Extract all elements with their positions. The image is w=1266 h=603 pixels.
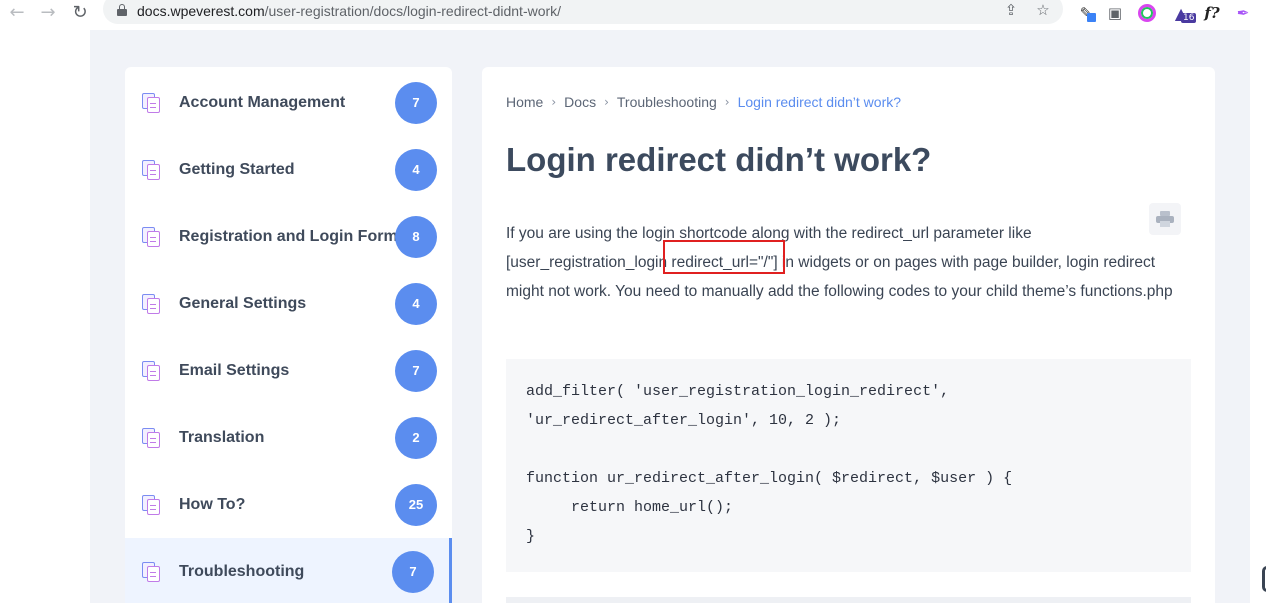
document-icon: [142, 293, 160, 314]
breadcrumb-home-link[interactable]: Home: [506, 94, 543, 110]
sidebar-item-label: Account Management: [179, 93, 346, 111]
address-bar[interactable]: docs.wpeverest.com/user-registration/doc…: [103, 0, 1063, 24]
sidebar-item-label: How To?: [179, 495, 246, 513]
sidebar-item-account-management[interactable]: Account Management 7: [125, 69, 452, 136]
document-icon: [142, 561, 160, 582]
sidebar-item-getting-started[interactable]: Getting Started 4: [125, 136, 452, 203]
chevron-right-icon: ›: [604, 95, 609, 109]
breadcrumb-docs-link[interactable]: Docs: [564, 94, 596, 110]
code-block: add_filter( 'user_registration_login_red…: [506, 359, 1191, 572]
document-icon: [142, 92, 160, 113]
browser-toolbar: ← → ↻ docs.wpeverest.com/user-registrati…: [0, 0, 1266, 26]
breadcrumb: Home › Docs › Troubleshooting › Login re…: [506, 94, 901, 110]
breadcrumb-section-link[interactable]: Troubleshooting: [617, 94, 717, 110]
article-count-badge: 7: [395, 349, 437, 392]
formula-extension-icon[interactable]: f?: [1200, 2, 1224, 24]
article-count-badge: 8: [395, 215, 437, 258]
annotation-highlight-box: [663, 240, 785, 274]
document-icon: [142, 494, 160, 515]
camera-extension-icon[interactable]: ▣: [1103, 2, 1127, 24]
url-text[interactable]: docs.wpeverest.com/user-registration/doc…: [137, 3, 561, 19]
floating-widget-edge[interactable]: [1262, 566, 1266, 592]
sidebar-item-registration-and-login-form[interactable]: Registration and Login Form 8: [125, 203, 452, 270]
sidebar-item-label: Registration and Login Form: [179, 227, 398, 245]
sidebar-item-label: Getting Started: [179, 160, 295, 178]
article-count-badge: 2: [395, 416, 437, 459]
article-count-badge: 7: [395, 81, 437, 124]
document-icon: [142, 159, 160, 180]
breadcrumb-current: Login redirect didn’t work?: [737, 94, 902, 110]
code-text: add_filter( 'user_registration_login_red…: [526, 383, 1013, 545]
sidebar-item-label: Translation: [179, 428, 265, 446]
sidebar-item-translation[interactable]: Translation 2: [125, 404, 452, 471]
graduation-cap-extension-icon[interactable]: ▲16: [1169, 2, 1197, 24]
next-content-block: [506, 597, 1191, 603]
share-icon[interactable]: ⇪: [1000, 0, 1022, 21]
article-count-badge: 7: [392, 550, 434, 593]
chevron-right-icon: ›: [551, 95, 557, 109]
document-icon: [142, 360, 160, 381]
sidebar-item-label: Email Settings: [179, 361, 290, 379]
chevron-right-icon: ›: [724, 95, 730, 109]
sidebar-item-how-to[interactable]: How To? 25: [125, 471, 452, 538]
forward-arrow-icon[interactable]: →: [37, 0, 59, 24]
color-wheel-extension-icon[interactable]: [1135, 2, 1159, 24]
article-count-badge: 4: [395, 148, 437, 191]
docs-sidebar: Account Management 7 Getting Started 4 R…: [125, 67, 452, 603]
reload-icon[interactable]: ↻: [69, 0, 91, 24]
quill-extension-icon[interactable]: ✒: [1231, 2, 1255, 24]
sidebar-item-label: Troubleshooting: [179, 562, 305, 580]
lock-icon: [117, 4, 127, 16]
article-panel: Home › Docs › Troubleshooting › Login re…: [482, 67, 1215, 603]
sidebar-item-general-settings[interactable]: General Settings 4: [125, 270, 452, 337]
article-paragraph: If you are using the login shortcode alo…: [506, 225, 1173, 300]
sidebar-item-troubleshooting[interactable]: Troubleshooting 7: [125, 538, 452, 603]
article-count-badge: 4: [395, 282, 437, 325]
document-icon: [142, 427, 160, 448]
article-count-badge: 25: [395, 483, 437, 526]
back-arrow-icon[interactable]: ←: [6, 0, 28, 24]
document-icon: [142, 226, 160, 247]
bookmark-star-icon[interactable]: ☆: [1032, 0, 1054, 21]
eyedropper-extension-icon[interactable]: ✎: [1074, 2, 1098, 24]
page-title: Login redirect didn’t work?: [506, 141, 932, 178]
sidebar-item-email-settings[interactable]: Email Settings 7: [125, 337, 452, 404]
sidebar-item-label: General Settings: [179, 294, 307, 312]
